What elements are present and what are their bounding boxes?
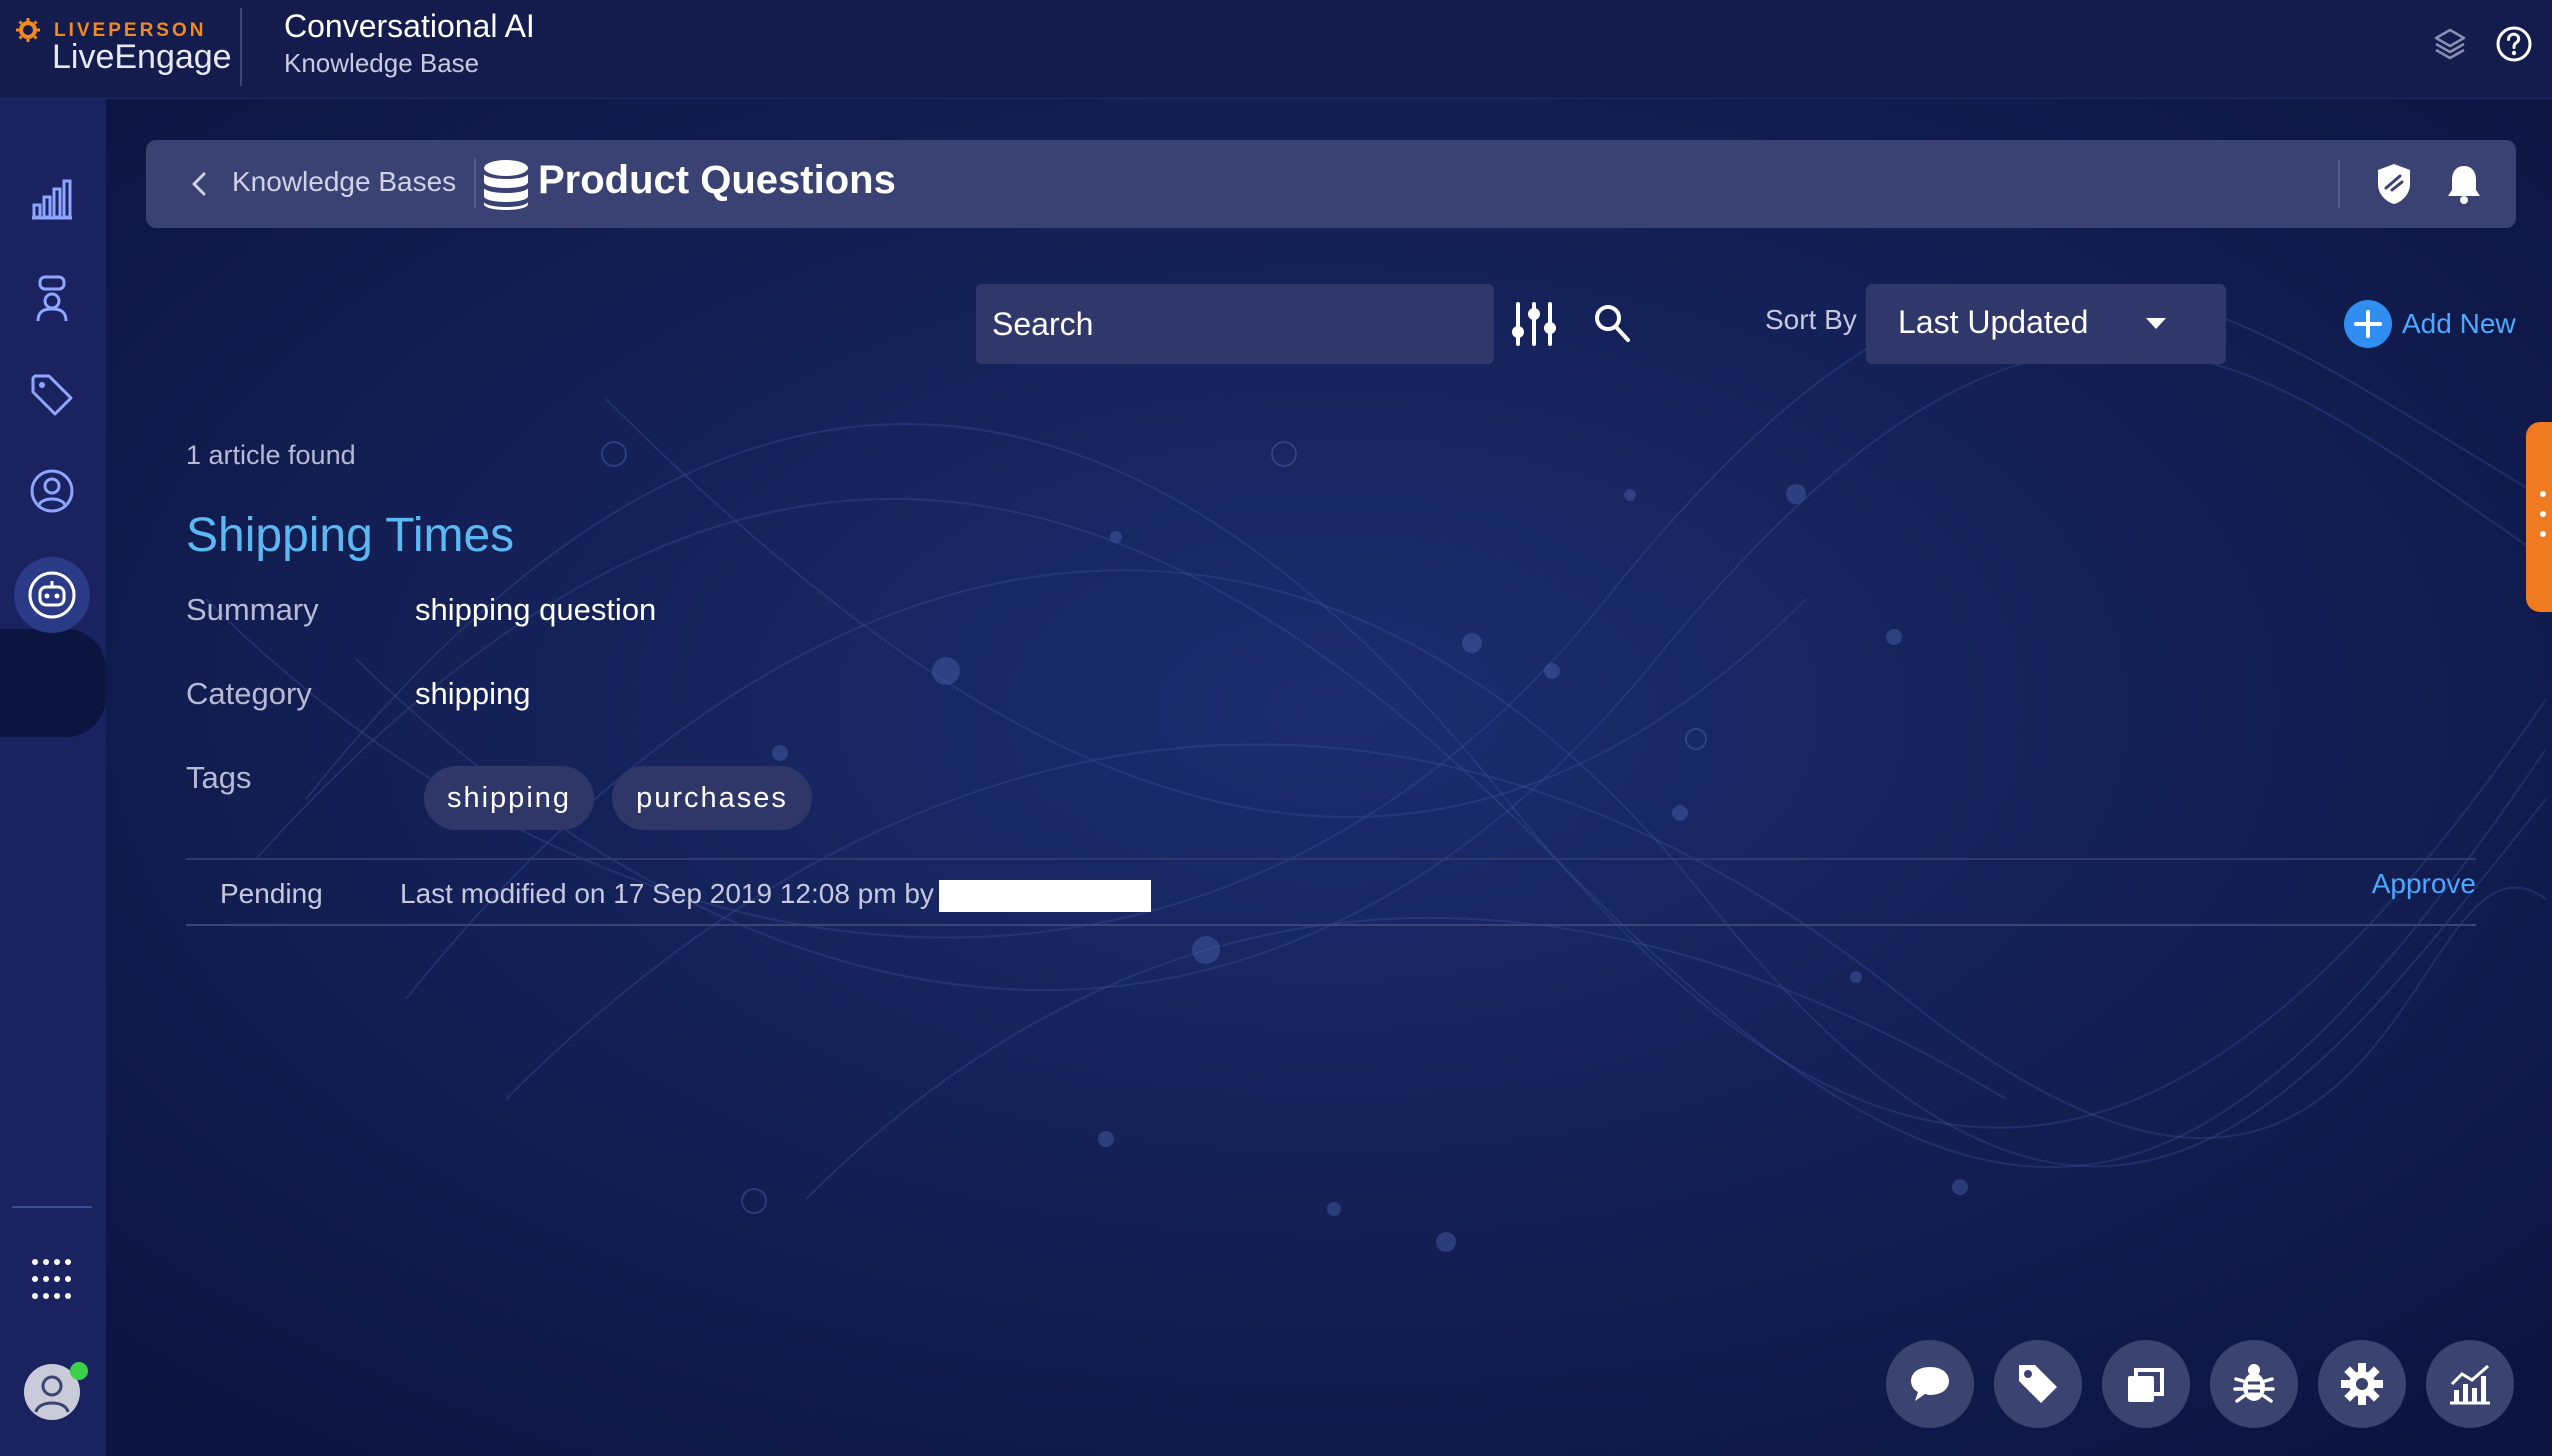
- sidebar-item-users[interactable]: [22, 461, 82, 521]
- copy-icon: [2128, 1368, 2164, 1402]
- header-separator: [2338, 160, 2340, 208]
- layers-icon[interactable]: [2428, 22, 2472, 66]
- last-modified-text: Last modified on 17 Sep 2019 12:08 pm by: [400, 878, 934, 909]
- shield-icon[interactable]: [2372, 160, 2416, 208]
- sidebar-active-notch: [0, 629, 106, 737]
- status-badge: Pending: [220, 878, 323, 909]
- analytics-icon: [2450, 1364, 2490, 1405]
- dock-copy-button[interactable]: [2102, 1340, 2190, 1428]
- page-title: Product Questions: [538, 158, 896, 202]
- add-new-label: Add New: [2402, 308, 2516, 339]
- apps-grid-icon: [32, 1259, 71, 1299]
- presence-indicator: [70, 1362, 88, 1380]
- sidebar-item-apps[interactable]: [22, 1249, 82, 1309]
- agent-icon: [36, 275, 68, 322]
- tag-icon: [31, 374, 73, 416]
- dock-debug-button[interactable]: [2210, 1340, 2298, 1428]
- vertical-dots-icon: [2540, 491, 2546, 537]
- app-subtitle: Knowledge Base: [284, 48, 480, 78]
- sort-selected-value: Last Updated: [1898, 304, 2089, 340]
- left-sidebar: [0, 99, 106, 1456]
- back-arrow-icon[interactable]: [182, 166, 218, 202]
- sidebar-item-analytics[interactable]: [22, 169, 82, 229]
- sidebar-divider: [12, 1206, 92, 1208]
- sidebar-item-agents[interactable]: [22, 269, 82, 329]
- article-title[interactable]: Shipping Times: [186, 508, 514, 563]
- help-icon[interactable]: [2492, 22, 2536, 66]
- dock-analytics-button[interactable]: [2426, 1340, 2514, 1428]
- side-panel-toggle[interactable]: [2526, 422, 2552, 612]
- user-circle-icon: [30, 469, 74, 513]
- app-title: Conversational AI: [284, 8, 535, 44]
- tag-icon: [2019, 1365, 2057, 1403]
- tags-label: Tags: [186, 760, 252, 795]
- category-label: Category: [186, 676, 312, 711]
- dock-tag-button[interactable]: [1994, 1340, 2082, 1428]
- caret-down-icon: [2146, 318, 2166, 329]
- article-status-row: Pending Last modified on 17 Sep 2019 12:…: [186, 858, 2476, 926]
- brand-logo[interactable]: LIVEPERSON LiveEngage: [16, 18, 232, 78]
- breadcrumb-separator: [474, 158, 476, 208]
- analytics-icon: [32, 179, 72, 220]
- search-icon[interactable]: [1592, 302, 1632, 346]
- summary-label: Summary: [186, 592, 319, 627]
- dock-settings-button[interactable]: [2318, 1340, 2406, 1428]
- results-count: 1 article found: [186, 440, 356, 470]
- database-icon: [483, 160, 529, 210]
- sort-label: Sort By: [1765, 304, 1857, 335]
- sort-dropdown[interactable]: Last Updated: [1866, 284, 2226, 364]
- summary-value: shipping question: [415, 592, 657, 627]
- bot-icon: [28, 571, 76, 619]
- redacted-author: [939, 880, 1151, 912]
- plus-circle-icon: [2344, 300, 2392, 348]
- tag-chip[interactable]: shipping: [424, 766, 594, 830]
- sidebar-item-conversational-ai[interactable]: [14, 557, 90, 633]
- bell-icon[interactable]: [2442, 160, 2486, 208]
- breadcrumb[interactable]: Knowledge Bases: [232, 166, 456, 198]
- approve-button[interactable]: Approve: [2372, 868, 2476, 900]
- top-bar: LIVEPERSON LiveEngage Conversational AI …: [0, 0, 2552, 99]
- bug-icon: [2233, 1364, 2275, 1403]
- settings-icon: [2341, 1363, 2383, 1405]
- top-divider: [240, 8, 242, 86]
- chat-icon: [1911, 1367, 1949, 1401]
- search-input[interactable]: [976, 284, 1494, 364]
- filter-sliders-icon[interactable]: [1510, 298, 1558, 350]
- tag-chip[interactable]: purchases: [612, 766, 812, 830]
- brand-product: LiveEngage: [52, 38, 232, 76]
- sidebar-item-tags[interactable]: [22, 365, 82, 425]
- liveperson-logo-icon: [16, 18, 40, 42]
- dock-chat-button[interactable]: [1886, 1340, 1974, 1428]
- category-value: shipping: [415, 676, 531, 711]
